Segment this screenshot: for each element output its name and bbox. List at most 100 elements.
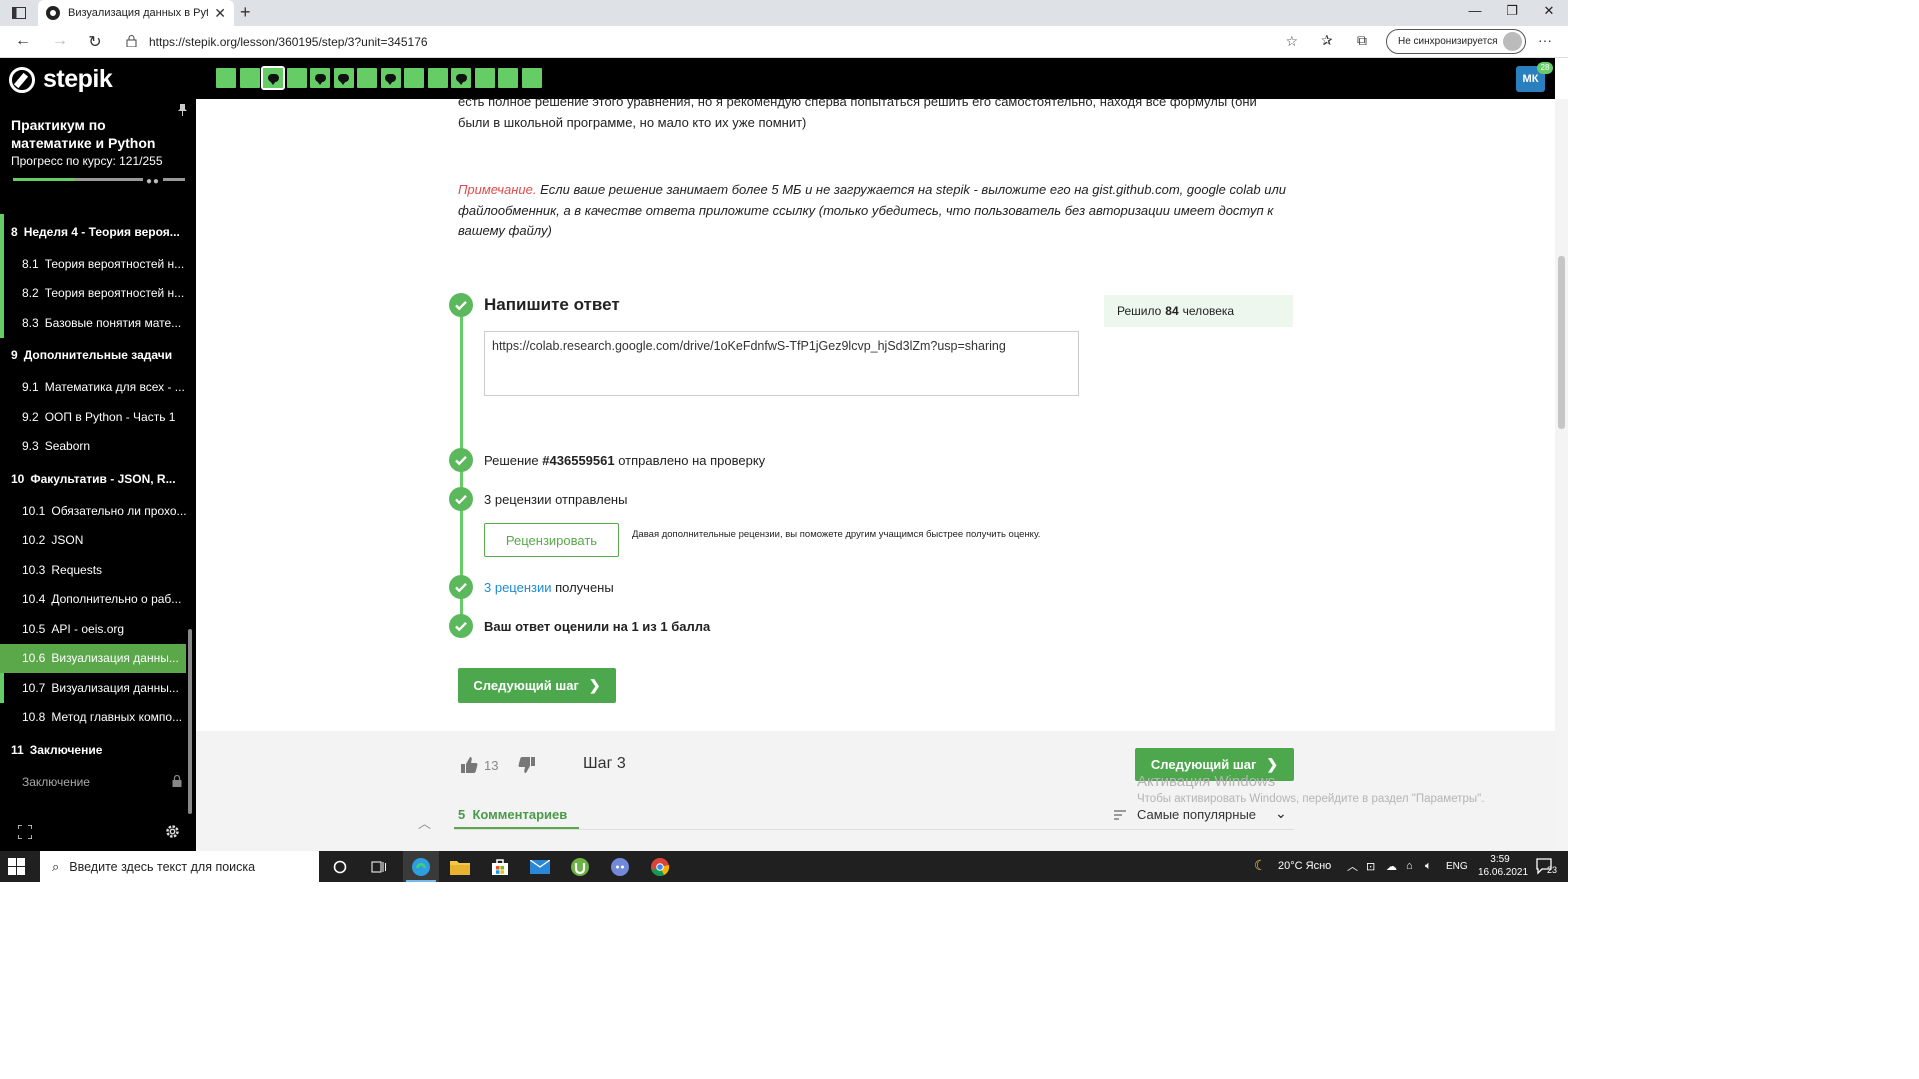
sidebar-lesson[interactable]: 8.1 Теория вероятностей н... [0,249,186,279]
back-icon[interactable]: ← [12,32,34,50]
gear-icon[interactable] [164,823,181,840]
step-10-square[interactable] [427,68,448,88]
edge-taskbar-icon[interactable] [403,851,439,882]
taskbar-search[interactable]: ⌕ Введите здесь текст для поиска [40,851,319,882]
step-8-square[interactable] [380,68,401,88]
step-13-square[interactable] [498,68,518,88]
step-12-square[interactable] [474,68,495,88]
scroll-up-icon[interactable]: ︿ [418,813,431,832]
store-icon[interactable] [488,855,512,879]
forward-icon[interactable]: → [49,32,71,50]
volume-icon[interactable]: 🔈︎ [1425,860,1432,873]
item-label: Seaborn [44,439,91,454]
next-step-button[interactable]: Следующий шаг ❯ [458,668,616,703]
sidebar-scrollbar[interactable] [188,629,192,814]
stepik-logo[interactable]: stepik [9,65,113,94]
tab-actions-icon[interactable] [8,4,30,22]
windows-taskbar: ⌕ Введите здесь текст для поиска ☾ 20°C … [0,851,1568,882]
sidebar-section[interactable]: 10 Факультатив - JSON, R... [0,461,186,496]
step-2-square[interactable] [239,68,260,88]
item-label: Визуализация данны... [51,680,179,695]
sidebar-lesson[interactable]: 10.2 JSON [0,526,186,556]
sidebar-lesson[interactable]: 8.3 Базовые понятия мате... [0,308,186,338]
network-icon[interactable]: ⌂ [1406,860,1413,872]
sidebar-lesson[interactable]: 10.3 Requests [0,555,186,585]
item-number: 10.4 [22,592,46,607]
file-explorer-icon[interactable] [448,855,472,879]
sidebar-lesson[interactable]: 9.2 ООП в Python - Часть 1 [0,402,186,432]
profile-sync-button[interactable]: Не синхронизируется [1386,29,1526,54]
step-1-square[interactable] [216,68,236,88]
sort-dropdown[interactable]: Самые популярные [1137,807,1256,822]
discord-icon[interactable] [608,855,632,879]
mail-icon[interactable] [528,855,552,879]
item-label: Requests [51,562,103,577]
close-tab-icon[interactable]: ✕ [214,5,226,22]
comments-tab[interactable]: 5 Комментариев [458,807,567,822]
step-11-square[interactable] [451,68,471,88]
sidebar-lesson[interactable]: Заключение [0,767,186,797]
url-field[interactable]: https://stepik.org/lesson/360195/step/3?… [118,29,1308,55]
sidebar-lesson[interactable]: 8.2 Теория вероятностей н... [0,278,186,309]
weather-text[interactable]: 20°C Ясно [1278,860,1331,872]
notification-center-count: 23 [1547,865,1558,875]
sidebar-lesson[interactable]: 10.8 Метод главных компо... [0,703,186,733]
sidebar-lesson[interactable]: 9.3 Seaborn [0,432,186,462]
add-favorite-icon[interactable]: ☆ [1285,33,1298,50]
sidebar-lesson[interactable]: 10.4 Дополнительно о раб... [0,585,186,615]
chevron-down-icon[interactable]: ⌄ [1275,805,1287,822]
step-6-square[interactable] [333,68,354,88]
step-3-square[interactable] [261,66,285,90]
sidebar-lesson[interactable]: 10.7 Визуализация данны... [0,673,186,703]
fullscreen-icon[interactable] [17,824,33,840]
sidebar-lesson[interactable]: 10.1 Обязательно ли прохо... [0,496,186,526]
course-title[interactable]: Практикум по математике и Python [11,116,181,152]
step-9-square[interactable] [404,68,424,88]
page-scrollbar[interactable] [1555,99,1568,851]
step-7-square[interactable] [357,68,377,88]
sidebar-lesson[interactable]: 9.1 Математика для всех - ... [0,373,186,403]
sidebar-lesson[interactable]: 10.5 API - oeis.org [0,614,186,644]
utorrent-icon[interactable] [568,855,592,879]
step-4-square[interactable] [286,68,307,88]
item-label: Теория вероятностей н... [44,286,185,301]
search-icon: ⌕ [52,858,60,874]
review-button[interactable]: Рецензировать [484,523,619,557]
answer-textarea[interactable]: https://colab.research.google.com/drive/… [484,331,1079,396]
restore-icon[interactable]: ❐ [1497,3,1527,19]
course-progress-fill [13,178,75,181]
clock[interactable]: 3:59 16.06.2021 [1478,853,1528,879]
browser-tab[interactable]: Визуализация данных в Python ✕ [38,0,234,26]
close-window-icon[interactable]: ✕ [1534,3,1564,19]
favorites-icon[interactable]: ✰ [1321,32,1333,49]
item-label: Математика для всех - ... [44,380,185,395]
step-14-square[interactable] [521,68,542,88]
discussion-bubble-icon [267,74,279,85]
minimize-icon[interactable]: — [1460,3,1490,18]
thumbs-up-icon[interactable] [460,756,478,774]
collections-icon[interactable]: ⧉ [1357,32,1367,49]
sidebar-section[interactable]: 11 Заключение [0,732,186,767]
comments-label: Комментариев [472,807,568,822]
step-5-square[interactable] [310,68,330,88]
thumbs-down-icon[interactable] [518,756,536,774]
windows-start-icon[interactable] [8,858,25,875]
chrome-icon[interactable] [648,855,672,879]
chevron-up-icon[interactable]: ︿ [1347,858,1358,874]
task-view-icon[interactable] [367,855,391,879]
progress-dots: ● ● [146,176,159,187]
sidebar-lesson[interactable]: 10.6 Визуализация данны... [0,643,186,673]
cloud-icon[interactable]: ☁ [1386,860,1397,873]
language-indicator[interactable]: ENG [1446,861,1468,872]
tray-app-icon[interactable]: ⊡ [1366,860,1375,873]
more-menu-icon[interactable]: ··· [1538,32,1552,48]
new-tab-icon[interactable]: + [240,2,251,23]
page-scroll-thumb[interactable] [1558,256,1565,429]
sidebar-section[interactable]: 9 Дополнительные задачи [0,338,186,373]
reviews-received-link[interactable]: 3 рецензии [484,580,552,595]
sidebar-section[interactable]: 8 Неделя 4 - Теория вероя... [0,214,186,249]
cortana-icon[interactable] [328,855,352,879]
item-label: Факультатив - JSON, R... [30,471,176,486]
reload-icon[interactable]: ↻ [84,32,106,52]
weather-moon-icon: ☾ [1254,857,1267,873]
